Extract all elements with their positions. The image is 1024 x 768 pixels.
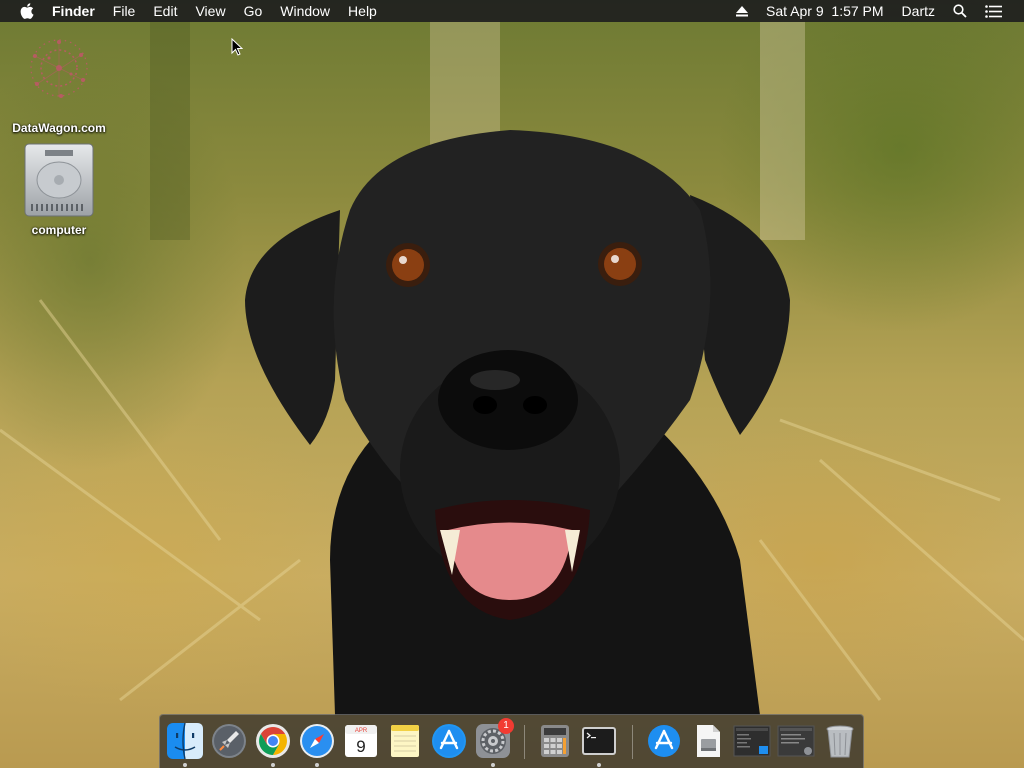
desktop-wallpaper — [0, 0, 1024, 768]
chrome-icon — [256, 724, 290, 758]
desktop-icon-label: DataWagon.com — [12, 121, 106, 135]
app-store-icon — [432, 724, 466, 758]
dock-item-launchpad[interactable] — [210, 722, 248, 760]
dock-item-notes[interactable] — [386, 722, 424, 760]
dock-item-chrome[interactable] — [254, 722, 292, 760]
dock: APR 9 1 — [159, 714, 864, 768]
dock-item-calendar[interactable]: APR 9 — [342, 722, 380, 760]
notification-center-icon[interactable] — [985, 4, 1002, 18]
dock-item-terminal[interactable] — [580, 722, 618, 760]
window-thumbnail-icon — [777, 725, 815, 757]
dock-item-window-thumbnail-1[interactable] — [733, 722, 771, 760]
notes-icon — [391, 725, 419, 757]
apple-menu-icon[interactable] — [20, 3, 36, 19]
menu-view[interactable]: View — [195, 3, 225, 19]
dock-item-safari[interactable] — [298, 722, 336, 760]
eject-icon[interactable] — [736, 5, 749, 17]
desktop-icon-computer[interactable]: computer — [4, 140, 114, 237]
desktop-icon-datawagon[interactable]: DataWagon.com — [4, 28, 114, 135]
dock-item-calculator[interactable] — [536, 722, 574, 760]
datawagon-logo-icon — [30, 39, 88, 98]
menu-go[interactable]: Go — [244, 3, 263, 19]
dock-separator — [524, 725, 525, 759]
document-icon — [697, 725, 720, 757]
calendar-month: APR — [355, 728, 368, 734]
menu-file[interactable]: File — [113, 3, 136, 19]
menu-edit[interactable]: Edit — [153, 3, 177, 19]
menu-window[interactable]: Window — [280, 3, 330, 19]
desktop-icon-label: computer — [31, 223, 87, 237]
app-store-folder-icon — [648, 725, 680, 757]
trash-icon — [826, 725, 854, 758]
running-indicator — [491, 763, 495, 767]
menu-bar: Finder File Edit View Go Window Help Sat… — [0, 0, 1024, 22]
launchpad-icon — [212, 724, 246, 758]
menubar-clock[interactable]: Sat Apr 9 1:57 PM — [766, 3, 884, 19]
calendar-icon: APR 9 — [345, 725, 377, 757]
menubar-user[interactable]: Dartz — [902, 3, 935, 19]
safari-icon — [300, 724, 334, 758]
dock-item-trash[interactable] — [821, 722, 859, 760]
finder-icon — [167, 722, 203, 760]
calendar-day: 9 — [356, 737, 365, 756]
spotlight-search-icon[interactable] — [953, 4, 967, 18]
terminal-icon — [582, 727, 616, 755]
labrador-wallpaper-image — [0, 20, 1024, 715]
hard-drive-icon — [24, 143, 94, 217]
dock-item-app-store-folder[interactable] — [645, 722, 683, 760]
menu-help[interactable]: Help — [348, 3, 377, 19]
dock-item-system-preferences[interactable]: 1 — [474, 718, 514, 760]
dock-item-finder[interactable] — [166, 722, 204, 760]
running-indicator — [597, 763, 601, 767]
dock-item-window-thumbnail-2[interactable] — [777, 722, 815, 760]
dock-item-app-store[interactable] — [430, 722, 468, 760]
calculator-icon — [541, 725, 569, 757]
dock-separator — [632, 725, 633, 759]
running-indicator — [315, 763, 319, 767]
dock-item-document[interactable] — [689, 722, 727, 760]
running-indicator — [183, 763, 187, 767]
menu-app-finder[interactable]: Finder — [52, 3, 95, 19]
mouse-pointer-icon — [231, 38, 243, 56]
notification-badge: 1 — [498, 718, 514, 734]
window-thumbnail-icon — [733, 725, 771, 757]
running-indicator — [271, 763, 275, 767]
